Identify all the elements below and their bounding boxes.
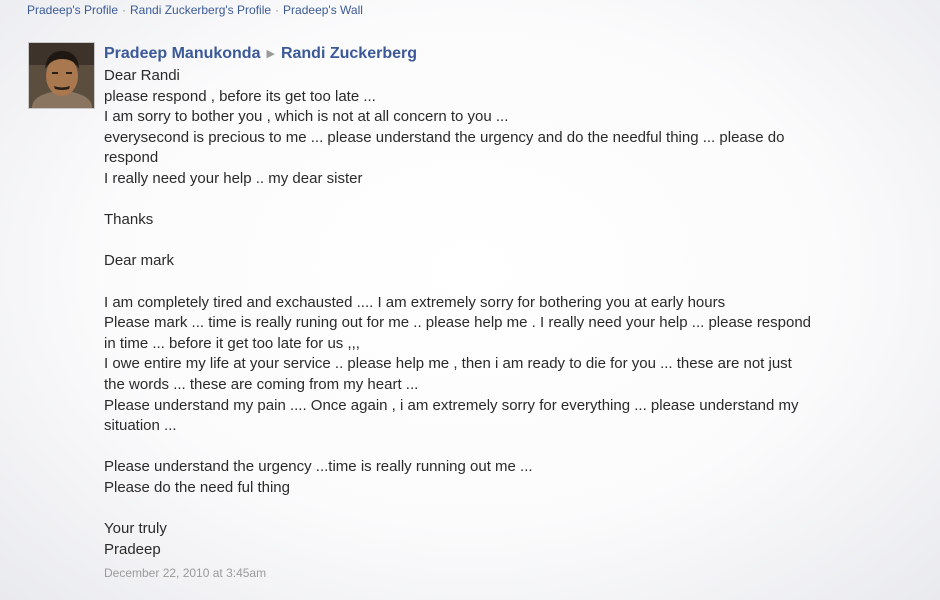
post-header: Pradeep Manukonda ▶ Randi Zuckerberg (104, 42, 914, 66)
message-line: Dear mark (104, 252, 175, 270)
message-line: everysecond is precious to me ... please… (104, 128, 785, 146)
message-line: Please do the need ful thing (104, 478, 290, 496)
post-message: Dear Randi please respond , before its ge… (104, 66, 914, 560)
recipient-name-link[interactable]: Randi Zuckerberg (281, 45, 417, 62)
author-name-link[interactable]: Pradeep Manukonda (104, 45, 260, 62)
message-line: I really need your help .. my dear siste… (104, 169, 363, 187)
message-line: in time ... before it get too late for u… (104, 334, 360, 352)
wall-post: Pradeep Manukonda ▶ Randi Zuckerberg Dear … (104, 42, 914, 580)
message-line (104, 437, 914, 458)
message-line: Thanks (104, 211, 154, 229)
message-line: Dear Randi (104, 67, 180, 84)
author-avatar[interactable] (28, 42, 95, 109)
breadcrumb-item-recipient-profile[interactable]: Randi Zuckerberg's Profile (130, 3, 271, 17)
message-line: Pradeep (104, 540, 161, 558)
breadcrumb-separator: · (275, 3, 280, 17)
message-line: Your truly (104, 520, 167, 538)
message-line: situation ... (104, 417, 177, 435)
message-line (104, 272, 914, 293)
message-line: the words ... these are coming from my h… (104, 375, 419, 393)
message-line: please respond , before its get too late… (104, 87, 376, 105)
message-line: Please understand the urgency ...time is… (104, 458, 533, 476)
message-line: I owe entire my life at your service .. … (104, 355, 792, 373)
breadcrumb-item-author-profile[interactable]: Pradeep's Profile (27, 3, 118, 17)
arrow-right-icon: ▶ (266, 48, 275, 60)
message-line: Please understand my pain .... Once agai… (104, 396, 799, 414)
breadcrumb: Pradeep's Profile · Randi Zuckerberg's Pro… (27, 3, 363, 17)
message-line (104, 190, 914, 211)
breadcrumb-item-wall[interactable]: Pradeep's Wall (283, 3, 363, 17)
message-line: I am completely tired and exchausted ...… (104, 293, 726, 311)
message-line: respond (104, 149, 159, 167)
post-timestamp[interactable]: December 22, 2010 at 3:45am (104, 566, 914, 580)
message-line: Please mark ... time is really runing ou… (104, 314, 812, 332)
message-line (104, 498, 914, 519)
message-line: I am sorry to bother you , which is not … (104, 108, 509, 126)
message-line (104, 231, 914, 252)
breadcrumb-separator: · (122, 3, 127, 17)
avatar-photo (29, 43, 94, 108)
